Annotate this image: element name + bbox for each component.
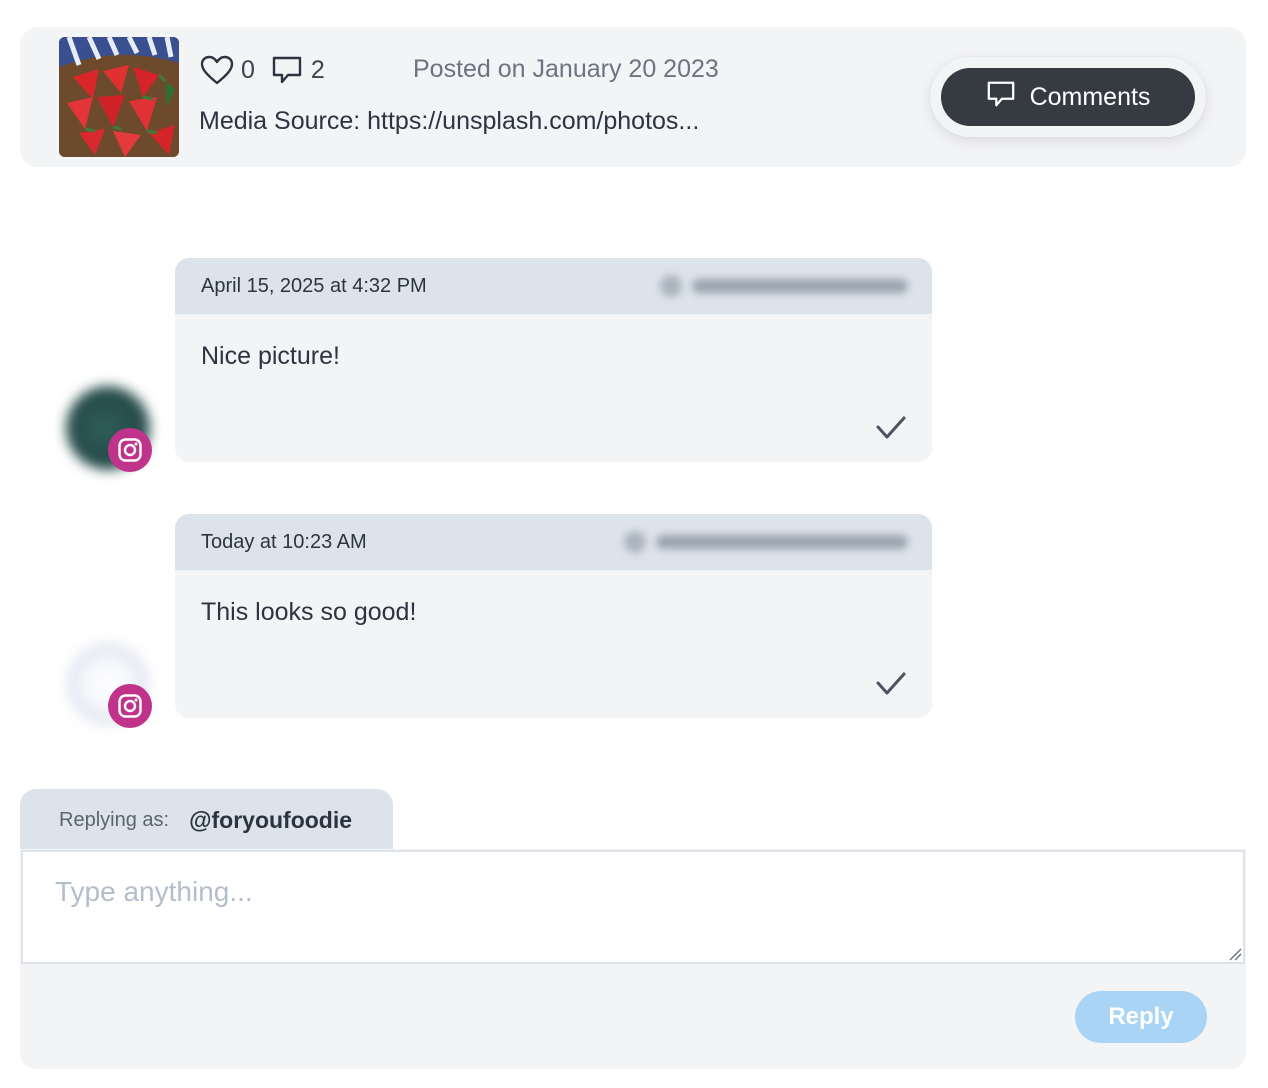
- comments-button[interactable]: Comments: [941, 68, 1195, 126]
- comment-text: Nice picture!: [201, 342, 340, 370]
- comment-date: Today at 10:23 AM: [201, 530, 367, 553]
- likes-count: 0: [241, 55, 255, 84]
- comments-button-label: Comments: [1029, 82, 1151, 111]
- redacted-username: [660, 275, 908, 297]
- resize-handle-icon[interactable]: [1228, 947, 1242, 961]
- comment-header: Today at 10:23 AM: [175, 514, 932, 570]
- post-summary-card: 0 2 Posted on January 20 2023 Media Sour…: [20, 27, 1246, 167]
- speech-bubble-icon: [986, 79, 1016, 116]
- checkmark-icon[interactable]: [874, 410, 908, 444]
- heart-icon[interactable]: [199, 52, 235, 88]
- comment-card: Today at 10:23 AM This looks so good!: [175, 514, 932, 718]
- redacted-username: [624, 531, 908, 553]
- comment-header: April 15, 2025 at 4:32 PM: [175, 258, 932, 314]
- commenter-avatar[interactable]: [66, 386, 152, 472]
- reply-input[interactable]: [21, 850, 1245, 964]
- replying-as-label: Replying as:: [59, 808, 170, 831]
- post-thumbnail[interactable]: [59, 37, 179, 157]
- replying-as-tab: Replying as: @foryoufoodie: [20, 789, 393, 851]
- instagram-icon: [108, 428, 152, 472]
- replying-as-handle: @foryoufoodie: [189, 806, 353, 833]
- comment-card: April 15, 2025 at 4:32 PM Nice picture!: [175, 258, 932, 462]
- commenter-avatar[interactable]: [66, 642, 152, 728]
- posted-date: Posted on January 20 2023: [413, 55, 719, 83]
- comment-date: April 15, 2025 at 4:32 PM: [201, 274, 427, 297]
- speech-bubble-icon[interactable]: [269, 52, 305, 88]
- reply-button[interactable]: Reply: [1075, 991, 1207, 1043]
- comment-text: This looks so good!: [201, 598, 417, 626]
- reply-panel: Reply: [20, 849, 1246, 1069]
- checkmark-icon[interactable]: [874, 666, 908, 700]
- instagram-icon: [108, 684, 152, 728]
- media-source-link[interactable]: Media Source: https://unsplash.com/photo…: [199, 107, 699, 136]
- comments-button-container: Comments: [930, 57, 1206, 137]
- comments-count: 2: [310, 55, 325, 84]
- post-stats: 0 2: [199, 52, 325, 88]
